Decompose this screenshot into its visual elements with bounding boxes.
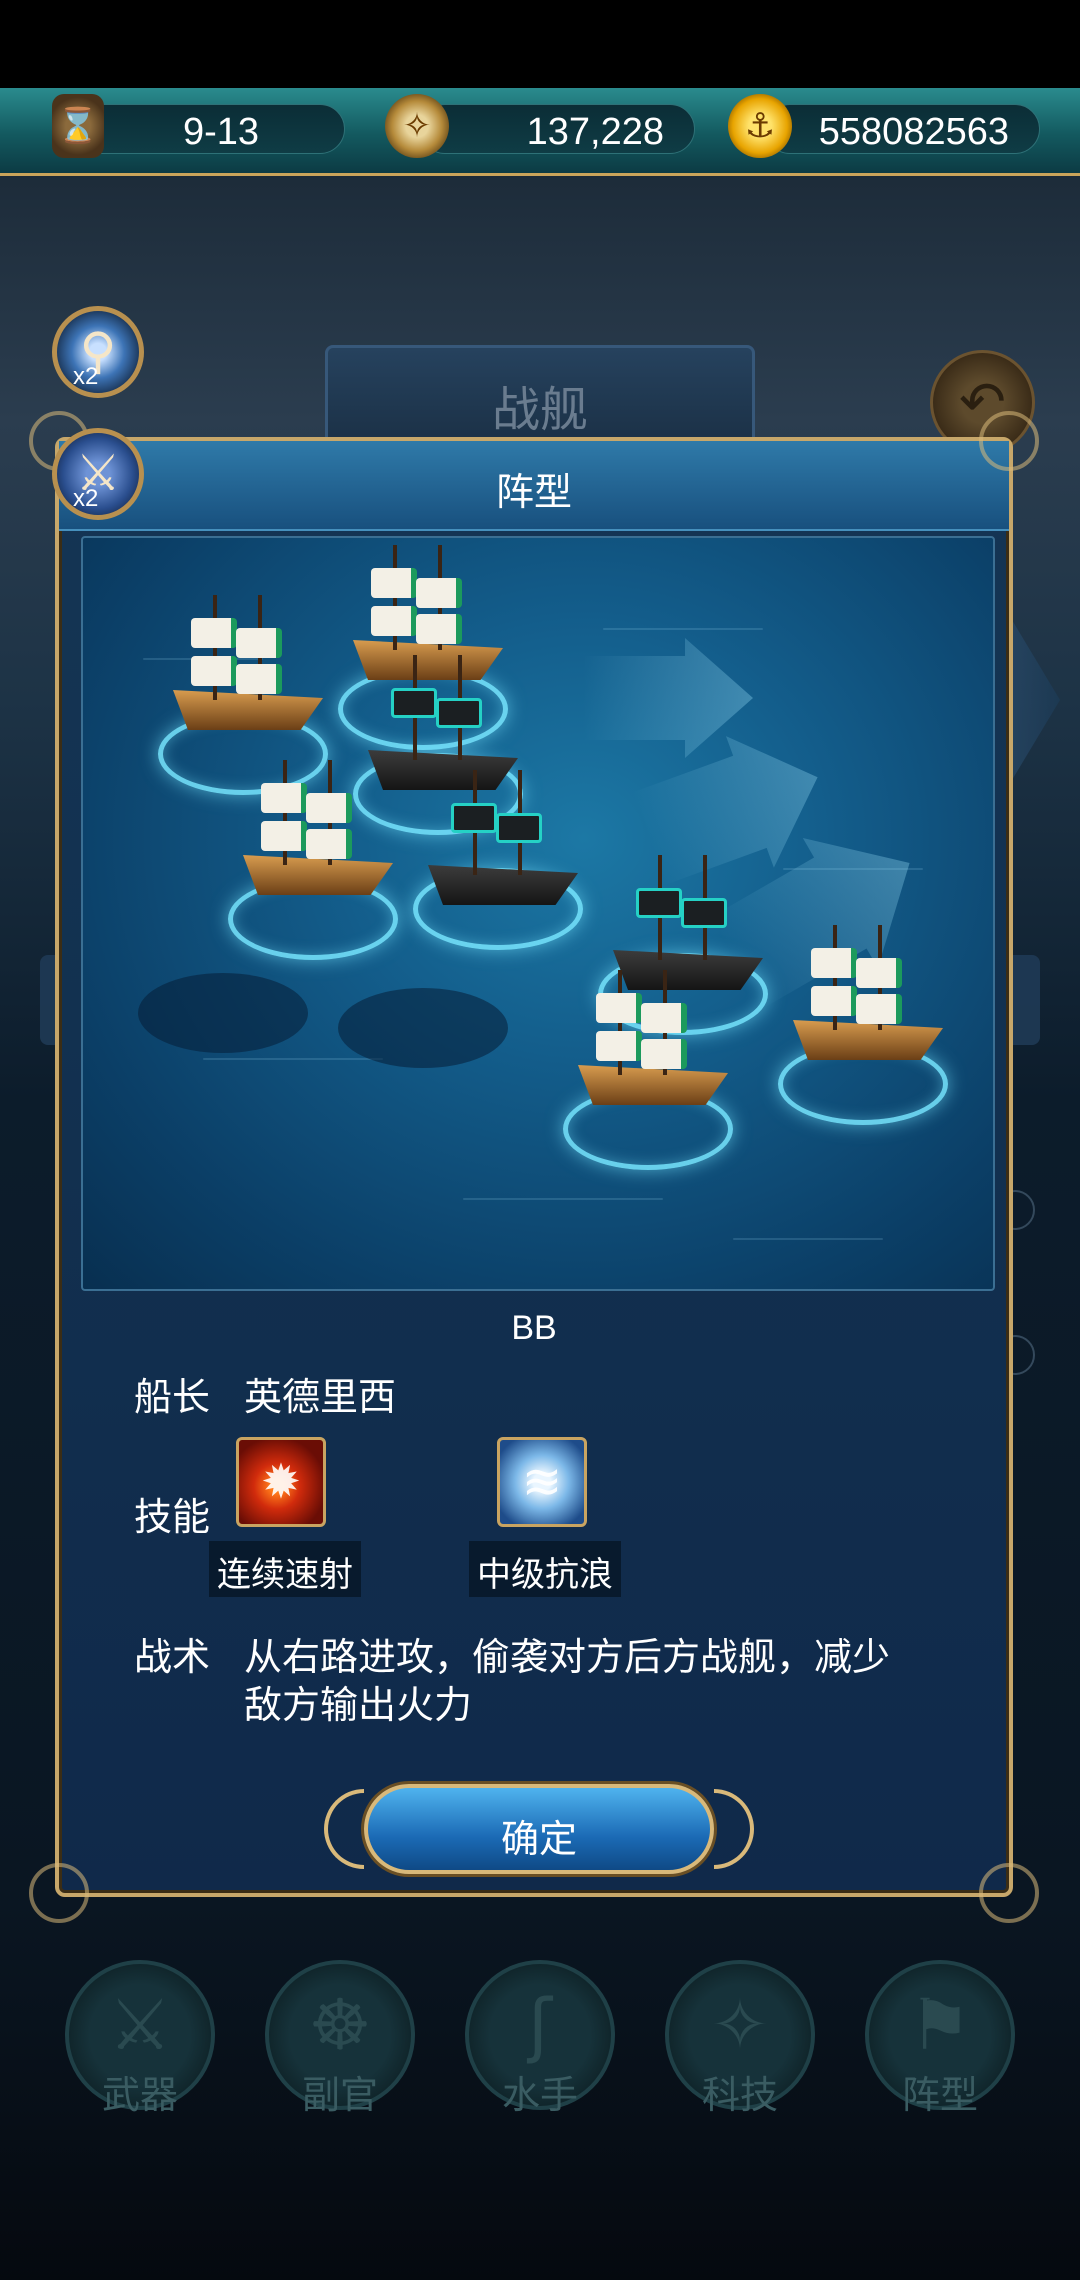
frame-ornament xyxy=(979,411,1039,471)
formation-dialog: 阵型 BB 船长 英德里西 技能 ✹ ≋ 连续速射 中级抗浪 战术 从右路进攻，… xyxy=(29,411,1039,1923)
battle-multiplier: x2 xyxy=(73,485,99,512)
sail xyxy=(596,993,642,1023)
menu-officer-button[interactable]: ☸ 副官 xyxy=(265,1960,415,2117)
sail xyxy=(191,618,237,648)
skill-name: 中级抗浪 xyxy=(469,1541,621,1597)
menu-tech-button[interactable]: ✧ 科技 xyxy=(665,1960,815,2117)
menu-label: 武器 xyxy=(101,2073,178,2117)
sail xyxy=(306,793,352,823)
button-ornament xyxy=(324,1789,364,1869)
menu-label: 阵型 xyxy=(901,2073,978,2117)
sail xyxy=(436,698,482,728)
sail xyxy=(371,606,417,636)
ship[interactable] xyxy=(418,763,588,913)
sail xyxy=(391,688,437,718)
sail xyxy=(451,803,497,833)
ship-wheel-icon: ☸ xyxy=(308,1984,372,2066)
menu-formation-button[interactable]: ⚑ 阵型 xyxy=(865,1960,1015,2117)
captain-name: 英德里西 xyxy=(244,1375,397,1419)
tactic-label: 战术 xyxy=(134,1635,211,1679)
tactic-line-1: 从右路进攻，偷袭对方后方战舰，减少 xyxy=(244,1635,891,1679)
hull xyxy=(793,1020,943,1060)
compass-icon: ✧ xyxy=(385,94,449,158)
ship[interactable] xyxy=(568,963,738,1113)
battle-speed-button[interactable]: ⚔ x2 xyxy=(52,428,144,520)
hull xyxy=(243,855,393,895)
wave xyxy=(203,1058,383,1060)
sail xyxy=(371,568,417,598)
gold-resource: 558082563 xyxy=(765,104,1040,154)
sail xyxy=(236,664,282,694)
resource-bar: 9-13 137,228 558082563 ⌛ ✧ ⚓ xyxy=(0,88,1080,176)
ship-name: BB xyxy=(511,1309,557,1347)
confirm-button[interactable]: 确定 xyxy=(364,1784,714,1874)
confirm-label: 确定 xyxy=(500,1817,577,1861)
frame-ornament xyxy=(29,1863,89,1923)
sail xyxy=(261,821,307,851)
sail xyxy=(636,888,682,918)
zoom-multiplier: x2 xyxy=(73,363,99,390)
flag-icon: ⚑ xyxy=(908,1984,972,2066)
ship[interactable] xyxy=(783,918,953,1068)
ship[interactable] xyxy=(233,753,403,903)
captain-label: 船长 xyxy=(134,1375,211,1419)
sail xyxy=(856,994,902,1024)
sail xyxy=(236,628,282,658)
hull xyxy=(173,690,323,730)
game-screen: 9-13 137,228 558082563 ⌛ ✧ ⚓ 战舰 ↶ ⚲ x2 ⚔… xyxy=(0,0,1080,2280)
sail xyxy=(641,1003,687,1033)
skills-label: 技能 xyxy=(134,1495,211,1539)
compass-resource: 137,228 xyxy=(420,104,695,154)
frame-ornament xyxy=(979,1863,1039,1923)
time-value: 9-13 xyxy=(182,111,259,153)
sail xyxy=(261,783,307,813)
rapid-fire-skill-icon[interactable]: ✹ xyxy=(236,1437,326,1527)
sail xyxy=(191,656,237,686)
sail xyxy=(306,829,352,859)
sail xyxy=(496,813,542,843)
button-ornament xyxy=(714,1789,754,1869)
sail xyxy=(681,898,727,928)
zoom-button[interactable]: ⚲ x2 xyxy=(52,306,144,398)
wave xyxy=(733,1238,883,1240)
hull xyxy=(428,865,578,905)
wave xyxy=(463,1198,663,1200)
wave xyxy=(603,628,763,630)
menu-weapons-button[interactable]: ⚔ 武器 xyxy=(65,1960,215,2117)
sail xyxy=(416,578,462,608)
menu-label: 科技 xyxy=(701,2073,778,2117)
gold-anchor-coin-icon: ⚓ xyxy=(728,94,792,158)
wave-resist-skill-icon[interactable]: ≋ xyxy=(497,1437,587,1527)
tactic-line-2: 敌方输出火力 xyxy=(244,1683,473,1727)
sail xyxy=(811,986,857,1016)
time-resource: 9-13 xyxy=(75,104,345,154)
menu-label: 水手 xyxy=(501,2073,578,2117)
hourglass-icon: ⌛ xyxy=(52,94,104,158)
sail xyxy=(416,614,462,644)
gold-value: 558082563 xyxy=(818,111,1009,153)
sail xyxy=(641,1039,687,1069)
sail xyxy=(811,948,857,978)
skill-name: 连续速射 xyxy=(209,1541,361,1597)
menu-sailors-button[interactable]: ʃ 水手 xyxy=(465,1960,615,2117)
dialog-title-bar: 阵型 xyxy=(59,441,1009,531)
ship[interactable] xyxy=(163,588,333,738)
hull xyxy=(578,1065,728,1105)
background-title: 战舰 xyxy=(491,382,588,438)
sail xyxy=(596,1031,642,1061)
empty-formation-slot[interactable] xyxy=(338,988,508,1068)
compass-value: 137,228 xyxy=(526,111,664,153)
compass-icon: ✧ xyxy=(710,1984,770,2066)
menu-label: 副官 xyxy=(301,2073,378,2117)
sail xyxy=(856,958,902,988)
sword-icon: ⚔ xyxy=(108,1984,172,2066)
dialog-title: 阵型 xyxy=(495,470,572,514)
empty-formation-slot[interactable] xyxy=(138,973,308,1053)
formation-map xyxy=(81,536,995,1291)
hook-icon: ʃ xyxy=(528,1984,552,2066)
